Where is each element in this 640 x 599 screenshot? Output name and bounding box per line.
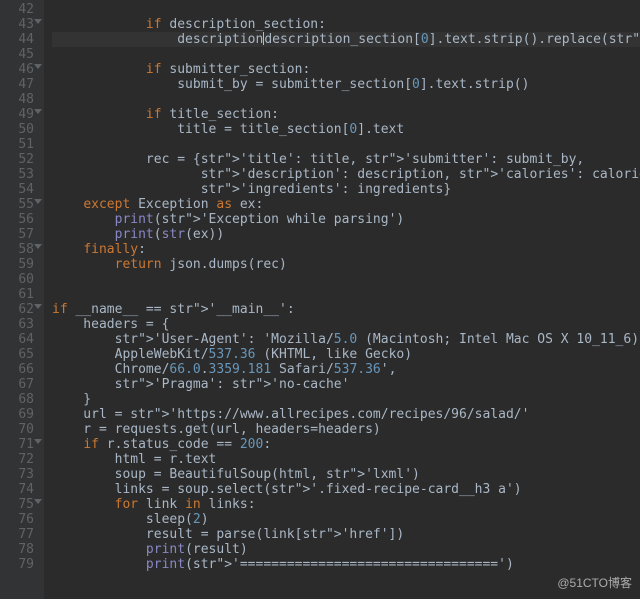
line-number: 74 [0, 482, 34, 497]
line-number: 49 [0, 107, 34, 122]
line-number-gutter: 4243444546474849505152535455565758596061… [0, 0, 44, 599]
fold-icon[interactable] [34, 244, 42, 249]
line-number: 64 [0, 332, 34, 347]
code-line[interactable]: if r.status_code == 200: [52, 437, 640, 452]
code-line[interactable]: soup = BeautifulSoup(html, str">'lxml') [52, 467, 640, 482]
fold-icon[interactable] [34, 499, 42, 504]
line-number: 76 [0, 512, 34, 527]
line-number: 70 [0, 422, 34, 437]
code-line[interactable] [52, 2, 640, 17]
code-line[interactable]: print(str(ex)) [52, 227, 640, 242]
code-line[interactable]: if submitter_section: [52, 62, 640, 77]
line-number: 50 [0, 122, 34, 137]
line-number: 79 [0, 557, 34, 572]
code-line[interactable]: result = parse(link[str">'href']) [52, 527, 640, 542]
line-number: 65 [0, 347, 34, 362]
code-line[interactable]: title = title_section[0].text [52, 122, 640, 137]
fold-icon[interactable] [34, 64, 42, 69]
line-number: 61 [0, 287, 34, 302]
fold-icon[interactable] [34, 304, 42, 309]
code-line[interactable]: AppleWebKit/537.36 (KHTML, like Gecko) [52, 347, 640, 362]
line-number: 71 [0, 437, 34, 452]
code-line[interactable]: for link in links: [52, 497, 640, 512]
code-line[interactable]: except Exception as ex: [52, 197, 640, 212]
line-number: 69 [0, 407, 34, 422]
code-line[interactable]: return json.dumps(rec) [52, 257, 640, 272]
code-content[interactable]: if description_section: descriptiondescr… [44, 0, 640, 599]
code-line[interactable] [52, 137, 640, 152]
fold-icon[interactable] [34, 109, 42, 114]
line-number: 68 [0, 392, 34, 407]
code-line[interactable]: str">'ingredients': ingredients} [52, 182, 640, 197]
code-line[interactable] [52, 47, 640, 62]
line-number: 66 [0, 362, 34, 377]
code-line[interactable]: } [52, 392, 640, 407]
code-line[interactable]: html = r.text [52, 452, 640, 467]
code-line[interactable]: if title_section: [52, 107, 640, 122]
code-line[interactable]: print(str">'Exception while parsing') [52, 212, 640, 227]
code-line[interactable]: print(result) [52, 542, 640, 557]
code-line[interactable] [52, 92, 640, 107]
code-line[interactable]: print(str">'============================… [52, 557, 640, 572]
line-number: 45 [0, 47, 34, 62]
code-line[interactable]: str">'User-Agent': 'Mozilla/5.0 (Macinto… [52, 332, 640, 347]
code-line[interactable]: str">'description': description, str">'c… [52, 167, 640, 182]
line-number: 73 [0, 467, 34, 482]
line-number: 78 [0, 542, 34, 557]
line-number: 46 [0, 62, 34, 77]
line-number: 75 [0, 497, 34, 512]
code-line[interactable]: links = soup.select(str">'.fixed-recipe-… [52, 482, 640, 497]
code-line[interactable]: str">'Pragma': str">'no-cache' [52, 377, 640, 392]
code-line[interactable]: sleep(2) [52, 512, 640, 527]
code-editor[interactable]: 4243444546474849505152535455565758596061… [0, 0, 640, 599]
code-line[interactable]: r = requests.get(url, headers=headers) [52, 422, 640, 437]
code-line[interactable]: finally: [52, 242, 640, 257]
line-number: 42 [0, 2, 34, 17]
code-line[interactable]: descriptiondescription_section[0].text.s… [52, 32, 640, 47]
fold-icon[interactable] [34, 439, 42, 444]
code-line[interactable]: rec = {str">'title': title, str">'submit… [52, 152, 640, 167]
line-number: 47 [0, 77, 34, 92]
line-number: 51 [0, 137, 34, 152]
code-line[interactable]: if __name__ == str">'__main__': [52, 302, 640, 317]
line-number: 72 [0, 452, 34, 467]
line-number: 43 [0, 17, 34, 32]
code-line[interactable] [52, 287, 640, 302]
line-number: 52 [0, 152, 34, 167]
fold-icon[interactable] [34, 199, 42, 204]
line-number: 59 [0, 257, 34, 272]
line-number: 62 [0, 302, 34, 317]
code-line[interactable] [52, 272, 640, 287]
line-number: 77 [0, 527, 34, 542]
fold-icon[interactable] [34, 19, 42, 24]
line-number: 44 [0, 32, 34, 47]
line-number: 67 [0, 377, 34, 392]
line-number: 53 [0, 167, 34, 182]
line-number: 63 [0, 317, 34, 332]
line-number: 56 [0, 212, 34, 227]
line-number: 48 [0, 92, 34, 107]
line-number: 60 [0, 272, 34, 287]
code-line[interactable]: headers = { [52, 317, 640, 332]
line-number: 55 [0, 197, 34, 212]
code-line[interactable]: if description_section: [52, 17, 640, 32]
line-number: 58 [0, 242, 34, 257]
line-number: 54 [0, 182, 34, 197]
code-line[interactable]: submit_by = submitter_section[0].text.st… [52, 77, 640, 92]
code-line[interactable]: Chrome/66.0.3359.181 Safari/537.36', [52, 362, 640, 377]
code-line[interactable]: url = str">'https://www.allrecipes.com/r… [52, 407, 640, 422]
line-number: 57 [0, 227, 34, 242]
